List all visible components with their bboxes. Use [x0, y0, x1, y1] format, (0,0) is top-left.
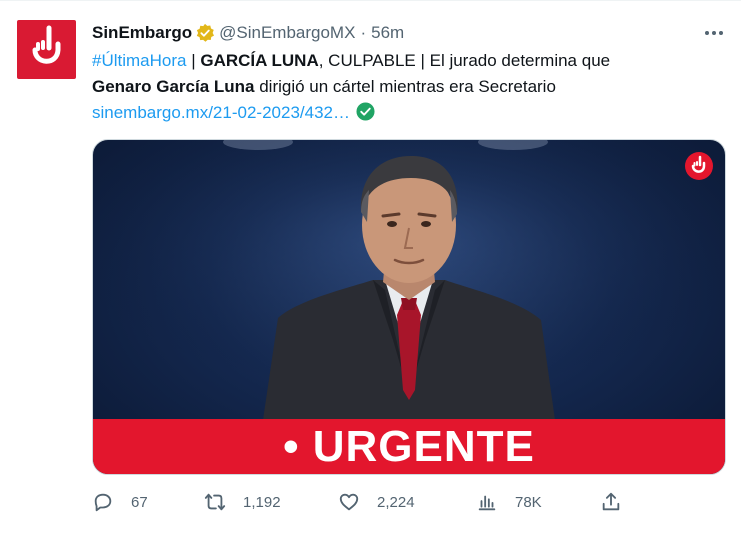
- share-icon: [602, 492, 620, 511]
- more-options-button[interactable]: [701, 21, 727, 45]
- author-name[interactable]: SinEmbargo: [92, 23, 192, 43]
- retweet-icon: [204, 493, 226, 511]
- tweet-media-image[interactable]: • URGENTE: [92, 139, 726, 475]
- tweet-text-line-2: Genaro García Luna dirigió un cártel mie…: [92, 74, 722, 100]
- text-secretario: dirigió un cártel mientras era Secretari…: [254, 77, 556, 96]
- like-button[interactable]: 2,224: [338, 487, 415, 517]
- heart-icon: [339, 493, 359, 511]
- urgent-banner: • URGENTE: [93, 419, 725, 474]
- tweet-text: #ÚltimaHora | GARCÍA LUNA, CULPABLE | El…: [92, 48, 722, 126]
- reply-button[interactable]: 67: [92, 487, 148, 517]
- like-count: 2,224: [377, 493, 415, 511]
- reply-icon: [94, 493, 112, 512]
- share-button[interactable]: [600, 487, 639, 517]
- person-photo: [93, 140, 725, 420]
- views-chart-icon: [478, 495, 496, 511]
- views-count: 78K: [515, 493, 542, 511]
- views-button[interactable]: 78K: [476, 487, 542, 517]
- text-separator: |: [186, 51, 201, 70]
- sinembargo-watermark-logo: [685, 152, 713, 180]
- author-handle[interactable]: @SinEmbargoMX: [219, 23, 355, 43]
- tweet-text-line-1: #ÚltimaHora | GARCÍA LUNA, CULPABLE | El…: [92, 48, 722, 74]
- separator-dot: ·: [360, 23, 367, 42]
- article-link[interactable]: sinembargo.mx/21-02-2023/432…: [92, 103, 350, 122]
- retweet-count: 1,192: [243, 493, 281, 511]
- tweet-timestamp[interactable]: 56m: [371, 23, 404, 43]
- reply-count: 67: [131, 493, 148, 511]
- sinembargo-logo-icon: [32, 25, 61, 64]
- more-dots-icon: [705, 31, 723, 35]
- retweet-button[interactable]: 1,192: [204, 487, 281, 517]
- green-check-circle-icon: [356, 102, 375, 121]
- avatar[interactable]: [17, 20, 76, 79]
- urgent-banner-text: • URGENTE: [283, 421, 535, 471]
- tweet-actions-bar: 67 1,192 2,224 78K: [92, 487, 732, 517]
- tweet-header: SinEmbargo @SinEmbargoMX · 56m: [92, 21, 404, 45]
- bold-text-genaro: Genaro García Luna: [92, 77, 255, 96]
- hashtag-link[interactable]: #ÚltimaHora: [92, 51, 186, 70]
- gold-verified-badge-icon[interactable]: [195, 23, 215, 43]
- sinembargo-logo-icon: [691, 155, 706, 173]
- bold-text-garcia-luna: GARCÍA LUNA: [200, 51, 319, 70]
- tweet-text-line-3: sinembargo.mx/21-02-2023/432…: [92, 100, 722, 126]
- tweet-card[interactable]: SinEmbargo @SinEmbargoMX · 56m #ÚltimaHo…: [0, 0, 741, 543]
- text-culpable: , CULPABLE | El jurado determina que: [318, 51, 611, 70]
